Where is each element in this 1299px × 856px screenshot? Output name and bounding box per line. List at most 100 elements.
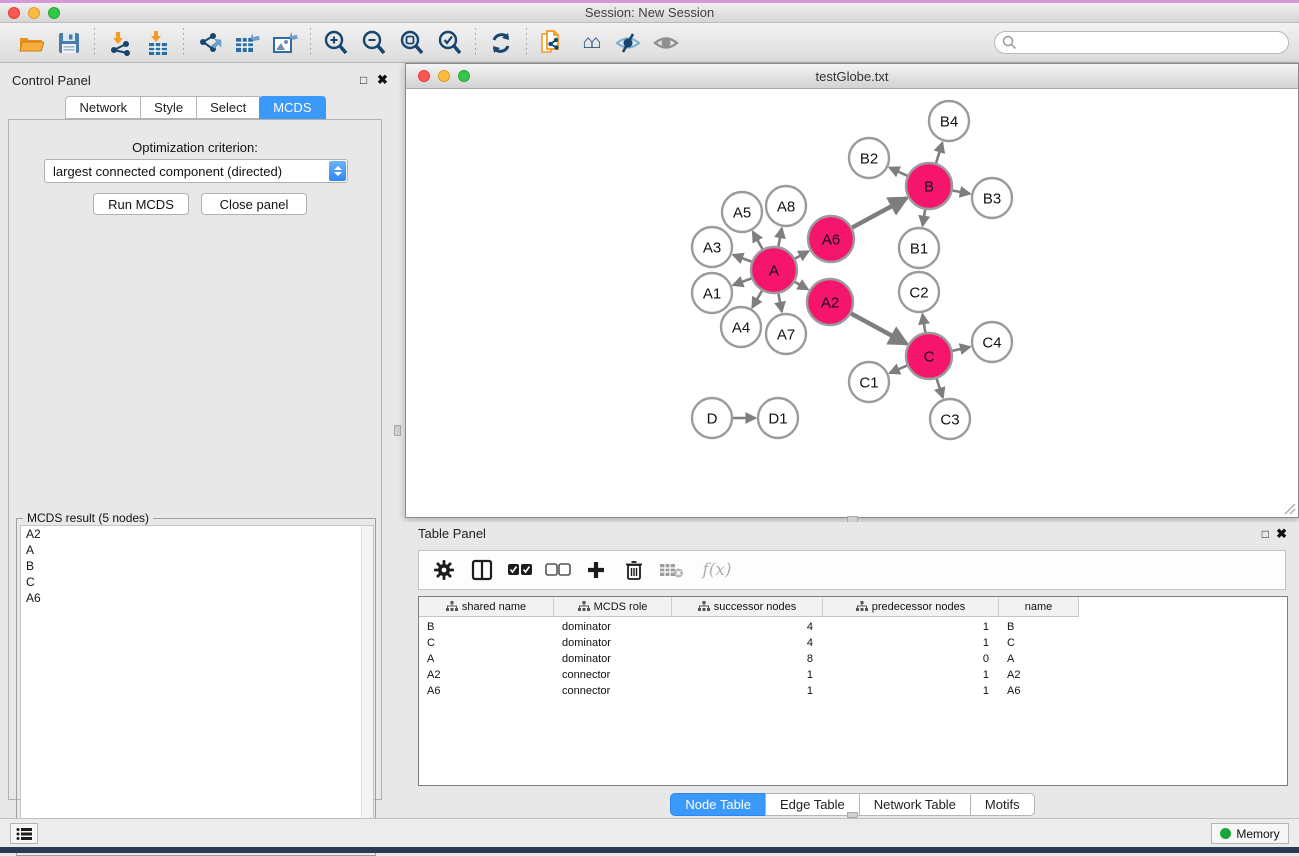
zoom-in-button[interactable] — [317, 27, 355, 59]
graph-node-A5[interactable]: A5 — [722, 192, 762, 232]
edge-A-A7[interactable] — [778, 294, 781, 312]
select-all-button[interactable] — [503, 554, 537, 586]
table-cell[interactable]: 1 — [672, 683, 813, 699]
close-table-panel-icon[interactable]: ✖ — [1276, 526, 1287, 542]
network-zoom-button[interactable] — [458, 70, 470, 82]
save-session-button[interactable] — [50, 27, 88, 59]
graph-node-C4[interactable]: C4 — [972, 322, 1012, 362]
search-input[interactable] — [994, 31, 1289, 54]
edge-C-C2[interactable] — [922, 314, 925, 332]
graph-node-B1[interactable]: B1 — [899, 228, 939, 268]
table-row[interactable]: Adominator80A — [419, 651, 1287, 667]
task-history-button[interactable] — [10, 823, 38, 844]
first-neighbors-button[interactable]: ⌂⌂ — [571, 27, 609, 59]
mcds-result-item[interactable]: B — [21, 558, 373, 574]
table-cell[interactable]: A2 — [427, 667, 552, 683]
graph-node-C[interactable]: C — [906, 333, 952, 379]
float-panel-icon[interactable]: □ — [360, 73, 367, 87]
column-header-name[interactable]: name — [999, 597, 1079, 617]
show-column-panel-button[interactable] — [465, 554, 499, 586]
hide-selected-button[interactable] — [609, 27, 647, 59]
column-header-shared-name[interactable]: shared name — [419, 597, 554, 617]
tab-style[interactable]: Style — [140, 96, 197, 119]
edge-A-A2[interactable] — [795, 282, 808, 289]
graph-node-B[interactable]: B — [906, 163, 952, 209]
tab-node-table[interactable]: Node Table — [670, 793, 766, 816]
result-list-scrollbar[interactable] — [361, 526, 373, 852]
edge-C-C4[interactable] — [952, 347, 970, 351]
graph-node-B4[interactable]: B4 — [929, 101, 969, 141]
table-row[interactable]: Cdominator41C — [419, 635, 1287, 651]
column-header-predecessor-nodes[interactable]: predecessor nodes — [823, 597, 999, 617]
close-panel-button[interactable]: Close panel — [201, 193, 307, 215]
graph-node-A3[interactable]: A3 — [692, 227, 732, 267]
table-cell[interactable]: dominator — [562, 619, 670, 635]
graph-node-C3[interactable]: C3 — [930, 399, 970, 439]
edge-C-C3[interactable] — [937, 379, 943, 398]
edge-A-A4[interactable] — [752, 291, 762, 308]
graph-node-C2[interactable]: C2 — [899, 272, 939, 312]
close-window-button[interactable] — [8, 7, 20, 19]
show-all-button[interactable] — [647, 27, 685, 59]
refresh-button[interactable] — [482, 27, 520, 59]
table-cell[interactable]: B — [427, 619, 552, 635]
new-network-from-selection-button[interactable] — [533, 27, 571, 59]
edge-A-A5[interactable] — [753, 232, 763, 249]
table-cell[interactable]: dominator — [562, 635, 670, 651]
export-network-button[interactable] — [190, 27, 228, 59]
tab-motifs[interactable]: Motifs — [970, 793, 1035, 816]
table-cell[interactable]: A6 — [1007, 683, 1077, 699]
open-file-button[interactable] — [12, 27, 50, 59]
graph-node-B2[interactable]: B2 — [849, 138, 889, 178]
export-image-button[interactable] — [266, 27, 304, 59]
delete-table-button[interactable] — [655, 554, 689, 586]
mcds-result-list[interactable]: A2ABCA6 — [20, 525, 374, 853]
mcds-result-item[interactable]: C — [21, 574, 373, 590]
graph-node-B3[interactable]: B3 — [972, 178, 1012, 218]
edge-A6-B[interactable] — [852, 198, 906, 227]
edge-A-A3[interactable] — [733, 255, 751, 262]
table-cell[interactable]: C — [1007, 635, 1077, 651]
graph-node-A[interactable]: A — [751, 247, 797, 293]
graph-node-D1[interactable]: D1 — [758, 398, 798, 438]
table-cell[interactable]: dominator — [562, 651, 670, 667]
table-settings-button[interactable] — [427, 554, 461, 586]
export-table-button[interactable] — [228, 27, 266, 59]
table-row[interactable]: A6connector11A6 — [419, 683, 1287, 699]
table-cell[interactable]: connector — [562, 667, 670, 683]
table-cell[interactable]: 4 — [672, 619, 813, 635]
graph-node-C1[interactable]: C1 — [849, 362, 889, 402]
table-cell[interactable]: 1 — [672, 667, 813, 683]
graph-node-A6[interactable]: A6 — [808, 216, 854, 262]
edge-A-A6[interactable] — [795, 251, 809, 258]
minimize-window-button[interactable] — [28, 7, 40, 19]
tab-network-table[interactable]: Network Table — [859, 793, 971, 816]
graph-node-A8[interactable]: A8 — [766, 186, 806, 226]
tab-network[interactable]: Network — [65, 96, 141, 119]
table-cell[interactable]: 1 — [823, 667, 989, 683]
table-cell[interactable]: B — [1007, 619, 1077, 635]
zoom-window-button[interactable] — [48, 7, 60, 19]
import-network-button[interactable] — [101, 27, 139, 59]
edge-B-B4[interactable] — [936, 143, 942, 164]
table-cell[interactable]: 0 — [823, 651, 989, 667]
table-cell[interactable]: A2 — [1007, 667, 1077, 683]
network-minimize-button[interactable] — [438, 70, 450, 82]
tab-mcds[interactable]: MCDS — [259, 96, 325, 119]
node-table[interactable]: shared nameMCDS rolesuccessor nodesprede… — [418, 596, 1288, 786]
table-cell[interactable]: 1 — [823, 635, 989, 651]
add-column-button[interactable] — [579, 554, 613, 586]
edge-A-A1[interactable] — [733, 278, 751, 285]
edge-C-C1[interactable] — [890, 366, 907, 374]
mcds-result-item[interactable]: A — [21, 542, 373, 558]
network-window-titlebar[interactable]: testGlobe.txt — [406, 64, 1298, 89]
tab-edge-table[interactable]: Edge Table — [765, 793, 860, 816]
column-header-MCDS-role[interactable]: MCDS role — [554, 597, 672, 617]
mcds-result-item[interactable]: A2 — [21, 526, 373, 542]
mcds-result-item[interactable]: A6 — [21, 590, 373, 606]
memory-button[interactable]: Memory — [1211, 823, 1289, 844]
graph-node-A4[interactable]: A4 — [721, 307, 761, 347]
network-close-button[interactable] — [418, 70, 430, 82]
graph-node-A2[interactable]: A2 — [807, 279, 853, 325]
table-cell[interactable]: A — [1007, 651, 1077, 667]
